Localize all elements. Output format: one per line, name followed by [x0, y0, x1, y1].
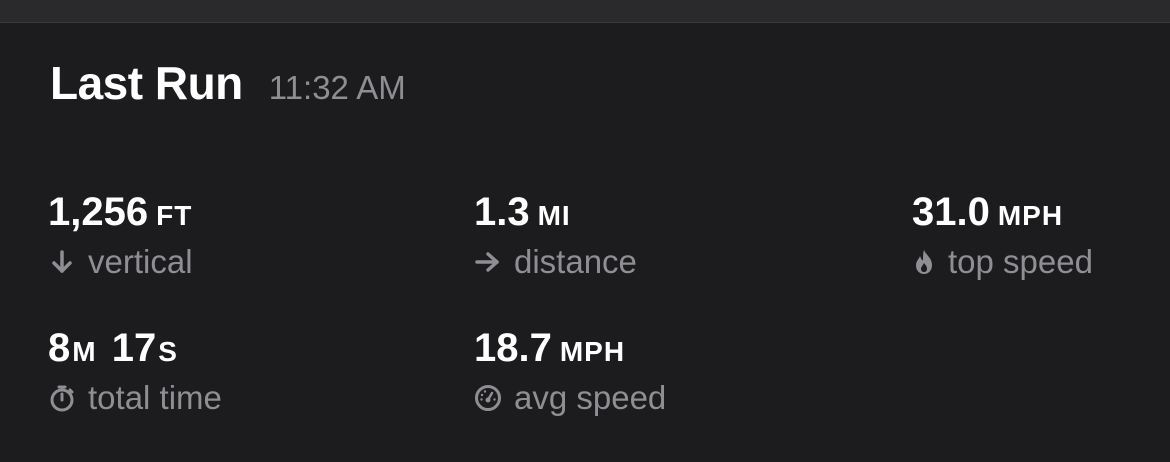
arrow-right-icon	[474, 248, 502, 276]
stat-top-speed-label-row: top speed	[912, 242, 1093, 282]
stat-total-time-seconds-unit: S	[158, 336, 178, 367]
top-bar	[0, 0, 1170, 23]
stat-total-time-seconds: 17	[111, 326, 157, 370]
stat-distance-value: 1.3	[474, 190, 530, 234]
page-title: Last Run	[50, 57, 243, 109]
stopwatch-icon	[48, 384, 76, 412]
stat-vertical-unit: FT	[156, 200, 193, 231]
stat-vertical-value-row: 1,256 FT	[48, 190, 193, 234]
stat-top-speed-value: 31.0	[912, 190, 990, 234]
stat-top-speed-label: top speed	[948, 243, 1093, 280]
stat-avg-speed-value-row: 18.7 MPH	[474, 326, 666, 370]
stat-avg-speed-label: avg speed	[514, 379, 667, 416]
stat-distance-label: distance	[514, 243, 637, 280]
flame-icon	[912, 248, 936, 276]
stat-avg-speed: 18.7 MPH avg speed	[474, 326, 666, 418]
stat-total-time-value-row: 8M 17S	[48, 326, 222, 370]
stat-distance: 1.3 MI distance	[474, 190, 637, 282]
stat-vertical-label: vertical	[88, 243, 193, 280]
stat-total-time-minutes-unit: M	[72, 336, 97, 367]
stat-distance-value-row: 1.3 MI	[474, 190, 637, 234]
stat-vertical-value: 1,256	[48, 190, 149, 234]
header: Last Run 11:32 AM	[50, 56, 406, 110]
stat-total-time-label: total time	[88, 379, 222, 416]
stat-distance-label-row: distance	[474, 242, 637, 282]
stat-top-speed: 31.0 MPH top speed	[912, 190, 1093, 282]
stat-top-speed-value-row: 31.0 MPH	[912, 190, 1093, 234]
stat-vertical: 1,256 FT vertical	[48, 190, 193, 282]
stat-total-time: 8M 17S total time	[48, 326, 222, 418]
arrow-down-icon	[48, 248, 76, 276]
stat-vertical-label-row: vertical	[48, 242, 193, 282]
stat-avg-speed-value: 18.7	[474, 326, 552, 370]
stat-avg-speed-label-row: avg speed	[474, 378, 666, 418]
stat-avg-speed-unit: MPH	[559, 336, 626, 367]
stat-top-speed-unit: MPH	[997, 200, 1064, 231]
stat-distance-unit: MI	[537, 200, 571, 231]
run-time: 11:32 AM	[268, 69, 406, 106]
stat-total-time-label-row: total time	[48, 378, 222, 418]
speedometer-icon	[474, 384, 502, 412]
stat-total-time-minutes: 8	[48, 326, 71, 370]
